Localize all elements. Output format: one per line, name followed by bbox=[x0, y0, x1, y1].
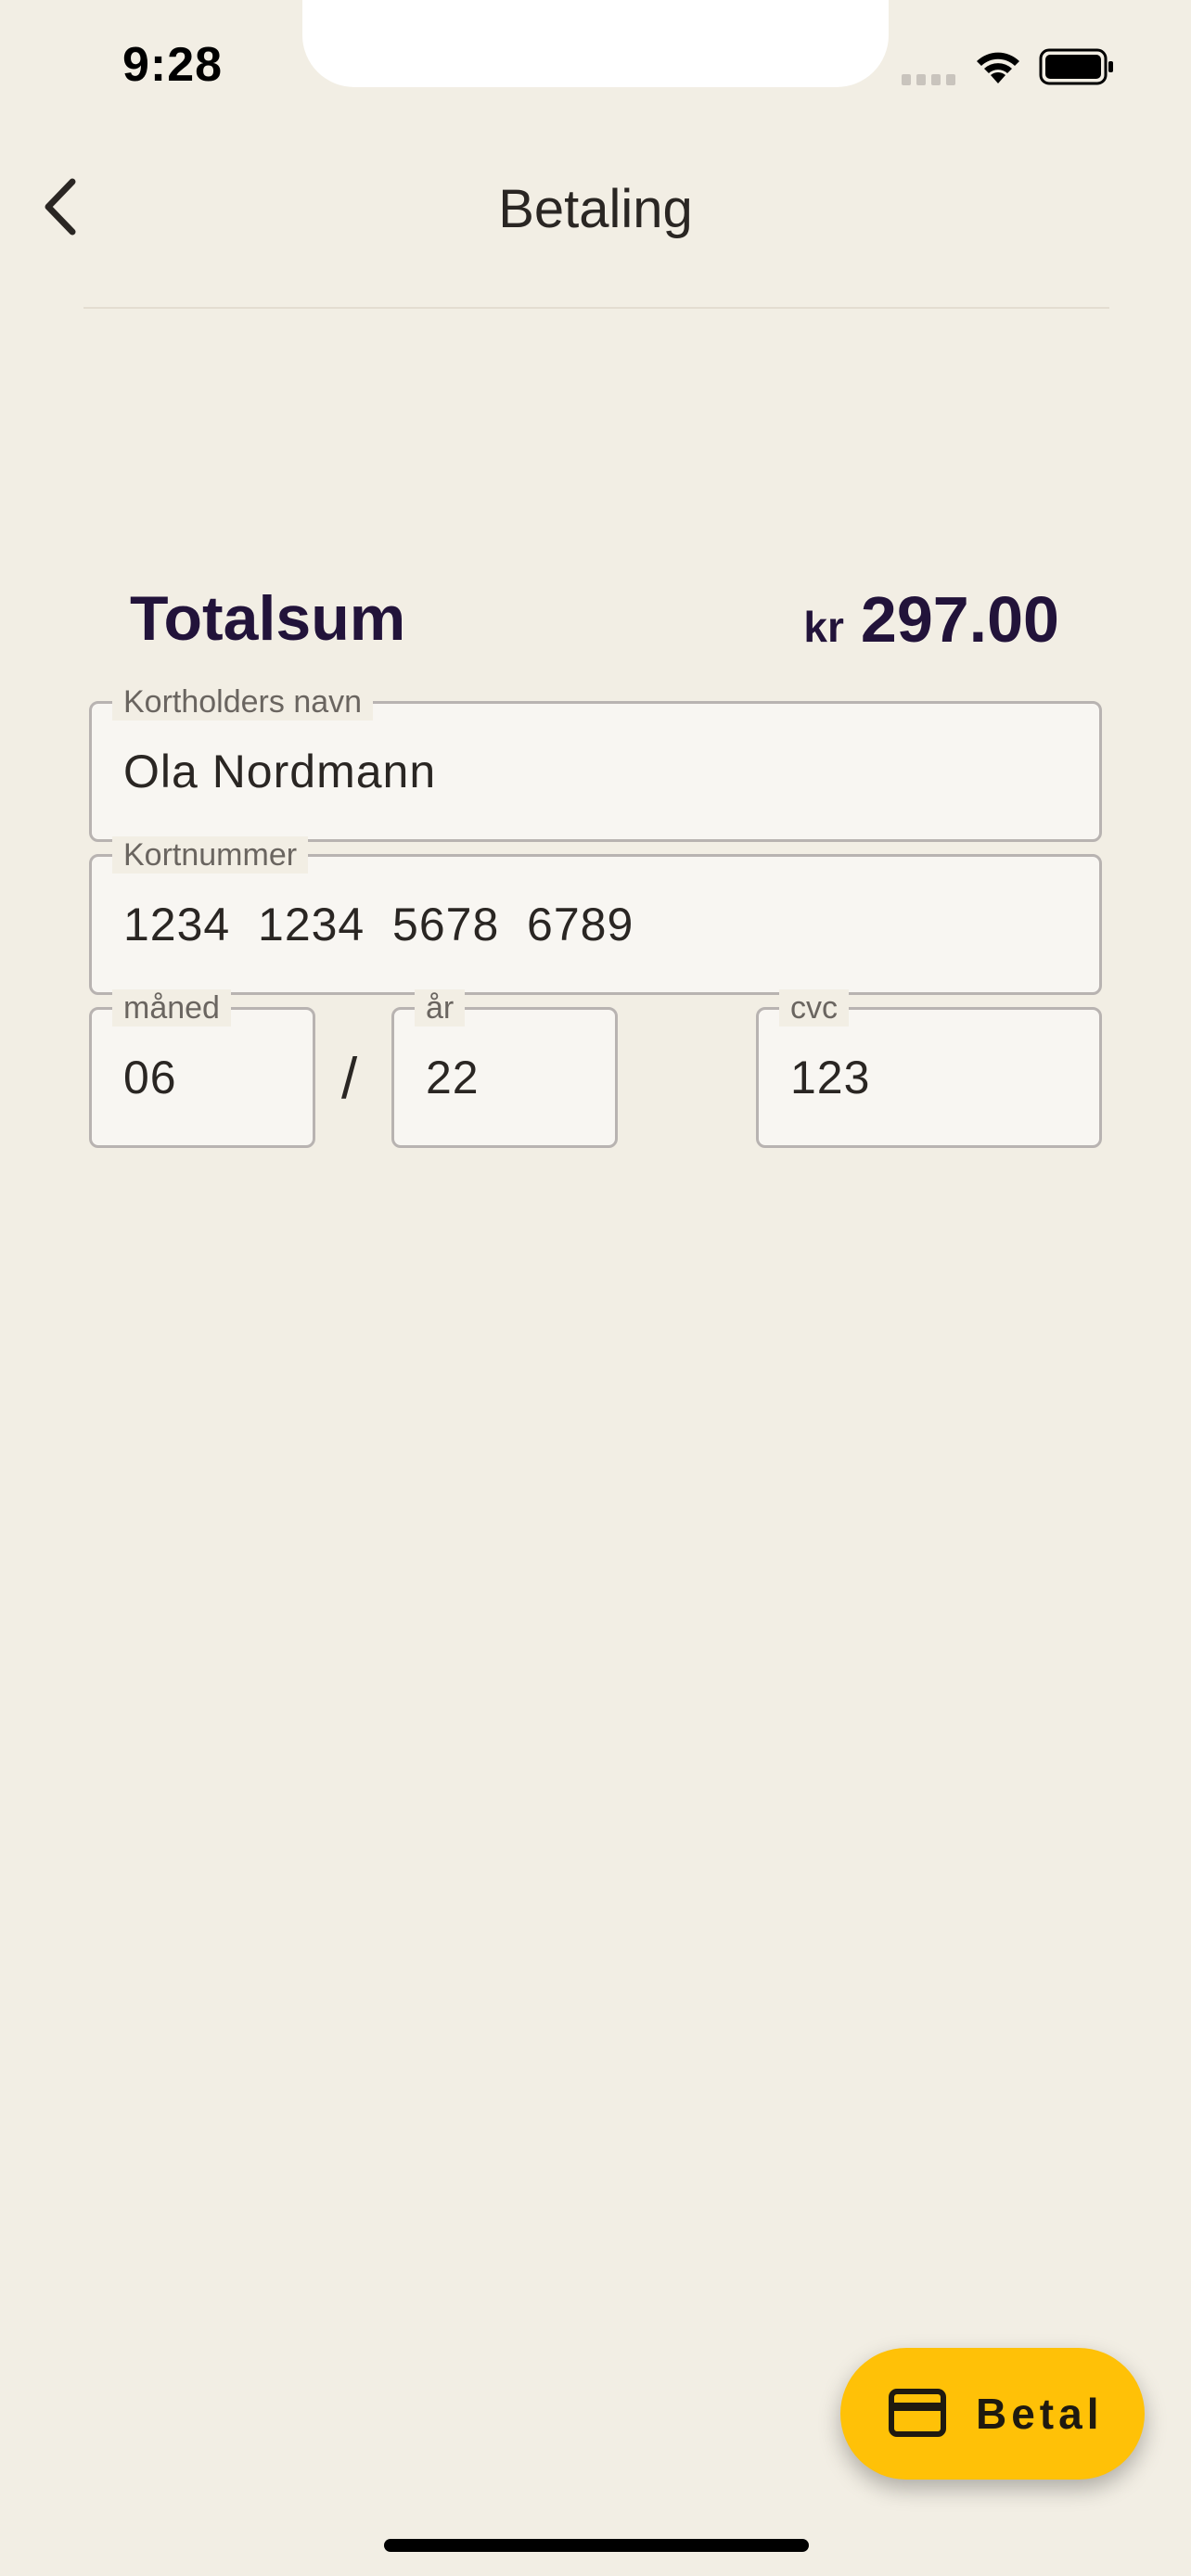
credit-card-icon bbox=[889, 2389, 946, 2437]
cvc-field[interactable]: cvc 123 bbox=[756, 989, 1102, 1148]
status-time: 9:28 bbox=[122, 38, 224, 92]
year-label: år bbox=[415, 989, 466, 1027]
header-divider bbox=[83, 307, 1109, 309]
month-label: måned bbox=[112, 989, 231, 1027]
month-field[interactable]: måned 06 bbox=[89, 989, 315, 1148]
card-number-label: Kortnummer bbox=[112, 836, 309, 874]
payment-screen: 9:28 Betaling Totalsum kr 297.00 Korthold… bbox=[0, 0, 1191, 2576]
year-field[interactable]: år 22 bbox=[391, 989, 618, 1148]
date-separator: / bbox=[341, 1047, 358, 1111]
total-label: Totalsum bbox=[130, 583, 406, 654]
notch bbox=[302, 0, 889, 87]
total-value: 297.00 bbox=[860, 583, 1059, 656]
pay-button[interactable]: Betal bbox=[840, 2348, 1145, 2480]
cardholder-name-label: Kortholders navn bbox=[112, 683, 374, 721]
card-number-value: 1234 1234 5678 6789 bbox=[123, 899, 634, 950]
wifi-icon bbox=[977, 52, 1019, 83]
cardholder-name-value: Ola Nordmann bbox=[123, 746, 437, 797]
home-indicator bbox=[384, 2539, 809, 2552]
year-value: 22 bbox=[426, 1052, 480, 1103]
card-number-field[interactable]: Kortnummer 1234 1234 5678 6789 bbox=[89, 836, 1102, 995]
total-amount: kr 297.00 bbox=[803, 582, 1059, 657]
total-currency: kr bbox=[803, 603, 844, 651]
pay-label: Betal bbox=[976, 2390, 1104, 2438]
cvc-label: cvc bbox=[779, 989, 849, 1027]
month-value: 06 bbox=[123, 1052, 177, 1103]
cellular-signal-icon bbox=[902, 74, 955, 85]
cardholder-name-field[interactable]: Kortholders navn Ola Nordmann bbox=[89, 683, 1102, 842]
battery-icon bbox=[1039, 48, 1113, 85]
page-title: Betaling bbox=[498, 179, 693, 239]
cvc-value: 123 bbox=[790, 1052, 871, 1103]
